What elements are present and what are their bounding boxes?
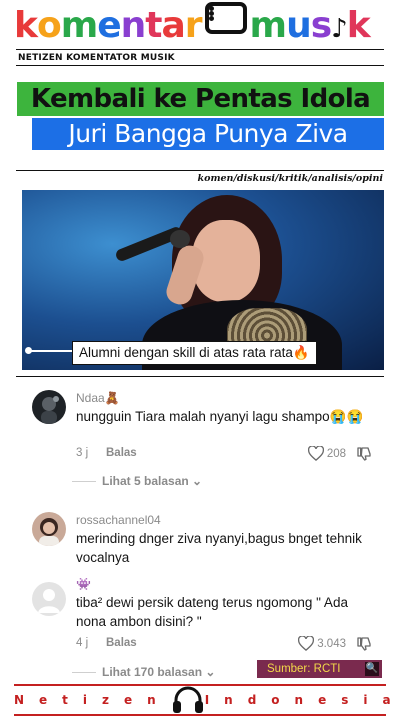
comment-time: 4 j bbox=[76, 637, 89, 649]
music-note-icon: ♪ bbox=[331, 13, 348, 44]
comment-text: nungguin Tiara malah nyanyi lagu shampo😭… bbox=[76, 409, 364, 424]
avatar[interactable] bbox=[32, 390, 66, 424]
comment-username[interactable]: rossachannel04 bbox=[76, 512, 372, 528]
brand-logo: komentar mus♪k bbox=[14, 1, 386, 50]
comment-time: 3 j bbox=[76, 447, 89, 459]
like-button[interactable]: 3.043 bbox=[298, 636, 346, 651]
footer-word-right: Indonesia bbox=[204, 693, 405, 707]
chevron-down-icon: ⌄ bbox=[205, 665, 216, 679]
video-caption: Alumni dengan skill di atas rata rata🔥 bbox=[72, 341, 317, 365]
reply-button[interactable]: Balas bbox=[106, 637, 137, 649]
headline-primary: Kembali ke Pentas Idola bbox=[17, 82, 384, 116]
categories-divider bbox=[16, 170, 384, 171]
source-label: Sumber: RCTI bbox=[267, 663, 341, 675]
logo-text-mus: mus bbox=[249, 4, 333, 46]
like-count: 208 bbox=[326, 447, 346, 460]
heart-icon bbox=[307, 446, 324, 461]
comment-text: merinding dnger ziva nyanyi,bagus bnget … bbox=[76, 531, 362, 565]
comment-meta: 3 j Balas 208 bbox=[76, 446, 372, 465]
header-divider bbox=[16, 49, 384, 50]
category-tags: komen/diskusi/kritik/analisis/opini bbox=[197, 173, 383, 184]
logo-text-k: k bbox=[346, 4, 371, 46]
dislike-button[interactable] bbox=[356, 446, 372, 465]
comments-divider bbox=[16, 376, 384, 377]
search-icon: 🔍 bbox=[365, 662, 379, 676]
logo-wordmark: komentar mus♪k bbox=[14, 1, 371, 50]
comment-username[interactable]: 👾 bbox=[76, 576, 372, 592]
source-badge: Sumber: RCTI 🔍 bbox=[257, 660, 382, 678]
comment-meta: 4 j Balas 3.043 bbox=[76, 636, 372, 655]
logo-text-komentar: komentar bbox=[14, 4, 203, 46]
microphone-head bbox=[170, 230, 190, 248]
view-replies-link[interactable]: Lihat 5 balasan ⌄ bbox=[72, 474, 202, 488]
brand-tagline: NETIZEN KOMENTATOR MUSIK bbox=[18, 53, 175, 63]
view-replies-link[interactable]: Lihat 170 balasan ⌄ bbox=[72, 665, 215, 679]
reply-button[interactable]: Balas bbox=[106, 447, 137, 459]
footer-word-left: Netizen bbox=[14, 693, 171, 707]
caption-pointer-line bbox=[28, 350, 72, 352]
comment-username[interactable]: Ndaa🧸 bbox=[76, 390, 372, 406]
view-replies-label: Lihat 170 balasan bbox=[102, 665, 203, 679]
headphones-icon bbox=[171, 686, 205, 714]
like-button[interactable]: 208 bbox=[307, 446, 346, 461]
view-replies-label: Lihat 5 balasan bbox=[102, 474, 189, 488]
thumbs-down-icon bbox=[357, 637, 371, 651]
chat-bubble-icon bbox=[204, 1, 247, 34]
comment-text: tiba² dewi persik dateng terus ngomong "… bbox=[76, 595, 348, 629]
footer-bottom-rule bbox=[14, 714, 386, 716]
tagline-divider bbox=[16, 65, 384, 66]
dislike-button[interactable] bbox=[356, 636, 372, 655]
footer-banner: Netizen Indonesia bbox=[14, 686, 391, 714]
avatar[interactable] bbox=[32, 582, 66, 616]
chevron-down-icon: ⌄ bbox=[192, 474, 203, 488]
headline-secondary: Juri Bangga Punya Ziva bbox=[32, 118, 384, 150]
thumbs-down-icon bbox=[357, 447, 371, 461]
like-count: 3.043 bbox=[317, 637, 346, 650]
heart-icon bbox=[298, 636, 315, 651]
avatar[interactable] bbox=[32, 512, 66, 546]
